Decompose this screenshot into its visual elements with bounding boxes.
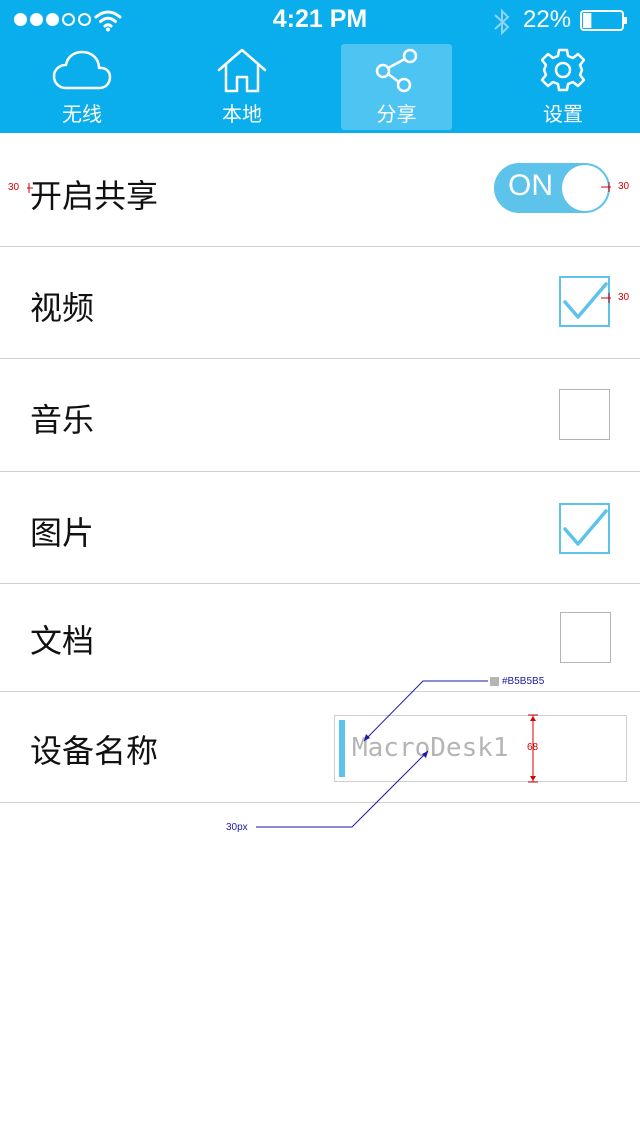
tab-label: 本地 <box>222 102 262 126</box>
music-checkbox[interactable] <box>559 389 610 440</box>
status-bar: 4:21 PM 22% <box>0 0 640 40</box>
share-toggle[interactable]: ON <box>494 163 610 213</box>
checkbox-margin-annotation: 30 <box>618 292 630 303</box>
device-name-input[interactable]: MacroDesk1 <box>334 715 627 782</box>
tab-bar: 无线 本地 分享 设置 <box>0 44 640 133</box>
gear-icon <box>540 44 586 96</box>
documents-checkbox[interactable] <box>560 612 611 663</box>
battery-icon <box>580 10 627 31</box>
left-margin-annotation: 30 <box>8 182 20 193</box>
cloud-icon <box>52 44 112 96</box>
device-name-value: MacroDesk1 <box>352 733 509 763</box>
tab-wireless[interactable]: 无线 <box>40 44 124 130</box>
tab-label: 设置 <box>543 102 583 126</box>
tab-settings[interactable]: 设置 <box>521 44 605 130</box>
setting-row-video: 视频 <box>0 247 640 359</box>
setting-row-pictures: 图片 <box>0 472 640 584</box>
pictures-checkbox[interactable] <box>559 503 610 554</box>
toggle-margin-annotation: 30 <box>618 181 630 192</box>
tab-label: 分享 <box>376 102 417 126</box>
input-height-annotation: 68 <box>527 742 539 753</box>
color-swatch <box>490 677 499 686</box>
share-icon <box>374 44 420 96</box>
music-label: 音乐 <box>30 401 95 439</box>
setting-row-music: 音乐 <box>0 359 640 472</box>
tab-share[interactable]: 分享 <box>341 44 452 130</box>
documents-label: 文档 <box>30 622 95 660</box>
bluetooth-icon <box>494 8 510 36</box>
checkmark-icon <box>563 509 608 546</box>
device-name-label: 设备名称 <box>30 732 159 770</box>
tab-local[interactable]: 本地 <box>200 44 284 130</box>
padding-annotation: 30px <box>226 822 248 833</box>
battery-percent: 22% <box>523 6 572 33</box>
app-header: 4:21 PM 22% 无线 本地 分享 设置 <box>0 0 640 133</box>
home-icon <box>216 44 268 96</box>
text-cursor <box>339 720 345 777</box>
video-checkbox[interactable] <box>559 276 610 327</box>
share-enable-label: 开启共享 <box>30 177 159 215</box>
tab-label: 无线 <box>62 102 102 126</box>
video-label: 视频 <box>30 289 95 327</box>
pictures-label: 图片 <box>30 514 95 552</box>
checkmark-icon <box>563 282 608 319</box>
toggle-on-text: ON <box>508 169 553 202</box>
toggle-knob <box>562 165 608 211</box>
text-color-annotation: #B5B5B5 <box>502 676 545 687</box>
